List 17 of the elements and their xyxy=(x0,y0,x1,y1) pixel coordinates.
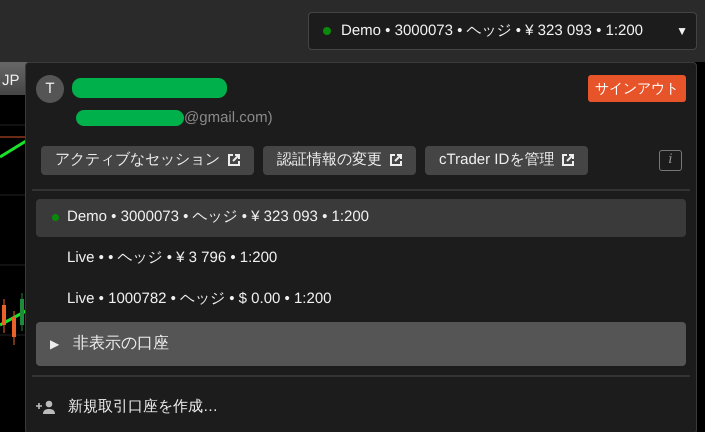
add-person-icon xyxy=(36,400,56,414)
user-email: @gmail.com) xyxy=(184,108,273,128)
external-link-icon xyxy=(228,154,240,166)
account-selector[interactable]: Demo • 3000073 • ヘッジ • ¥ 323 093 • 1:200 ▼ xyxy=(308,12,697,50)
create-account-link[interactable]: 新規取引口座を作成… xyxy=(36,396,218,418)
sign-out-button[interactable]: サインアウト xyxy=(588,75,686,102)
link-button[interactable]: cTrader IDを管理 xyxy=(425,146,588,174)
info-icon[interactable]: i xyxy=(659,150,682,170)
external-link-icon xyxy=(562,154,574,166)
hidden-accounts-toggle[interactable]: ▶ 非表示の口座 xyxy=(36,322,686,366)
account-item[interactable]: Demo • 3000073 • ヘッジ • ¥ 323 093 • 1:200 xyxy=(36,198,686,236)
external-link-icon xyxy=(390,154,402,166)
link-button[interactable]: 認証情報の変更 xyxy=(263,146,416,174)
account-item[interactable]: Live • 1000782 • ヘッジ • $ 0.00 • 1:200 xyxy=(36,280,686,318)
account-item[interactable]: Live • • ヘッジ • ¥ 3 796 • 1:200 xyxy=(36,240,686,278)
user-avatar: T xyxy=(36,75,64,103)
link-button[interactable]: アクティブなセッション xyxy=(41,146,254,174)
